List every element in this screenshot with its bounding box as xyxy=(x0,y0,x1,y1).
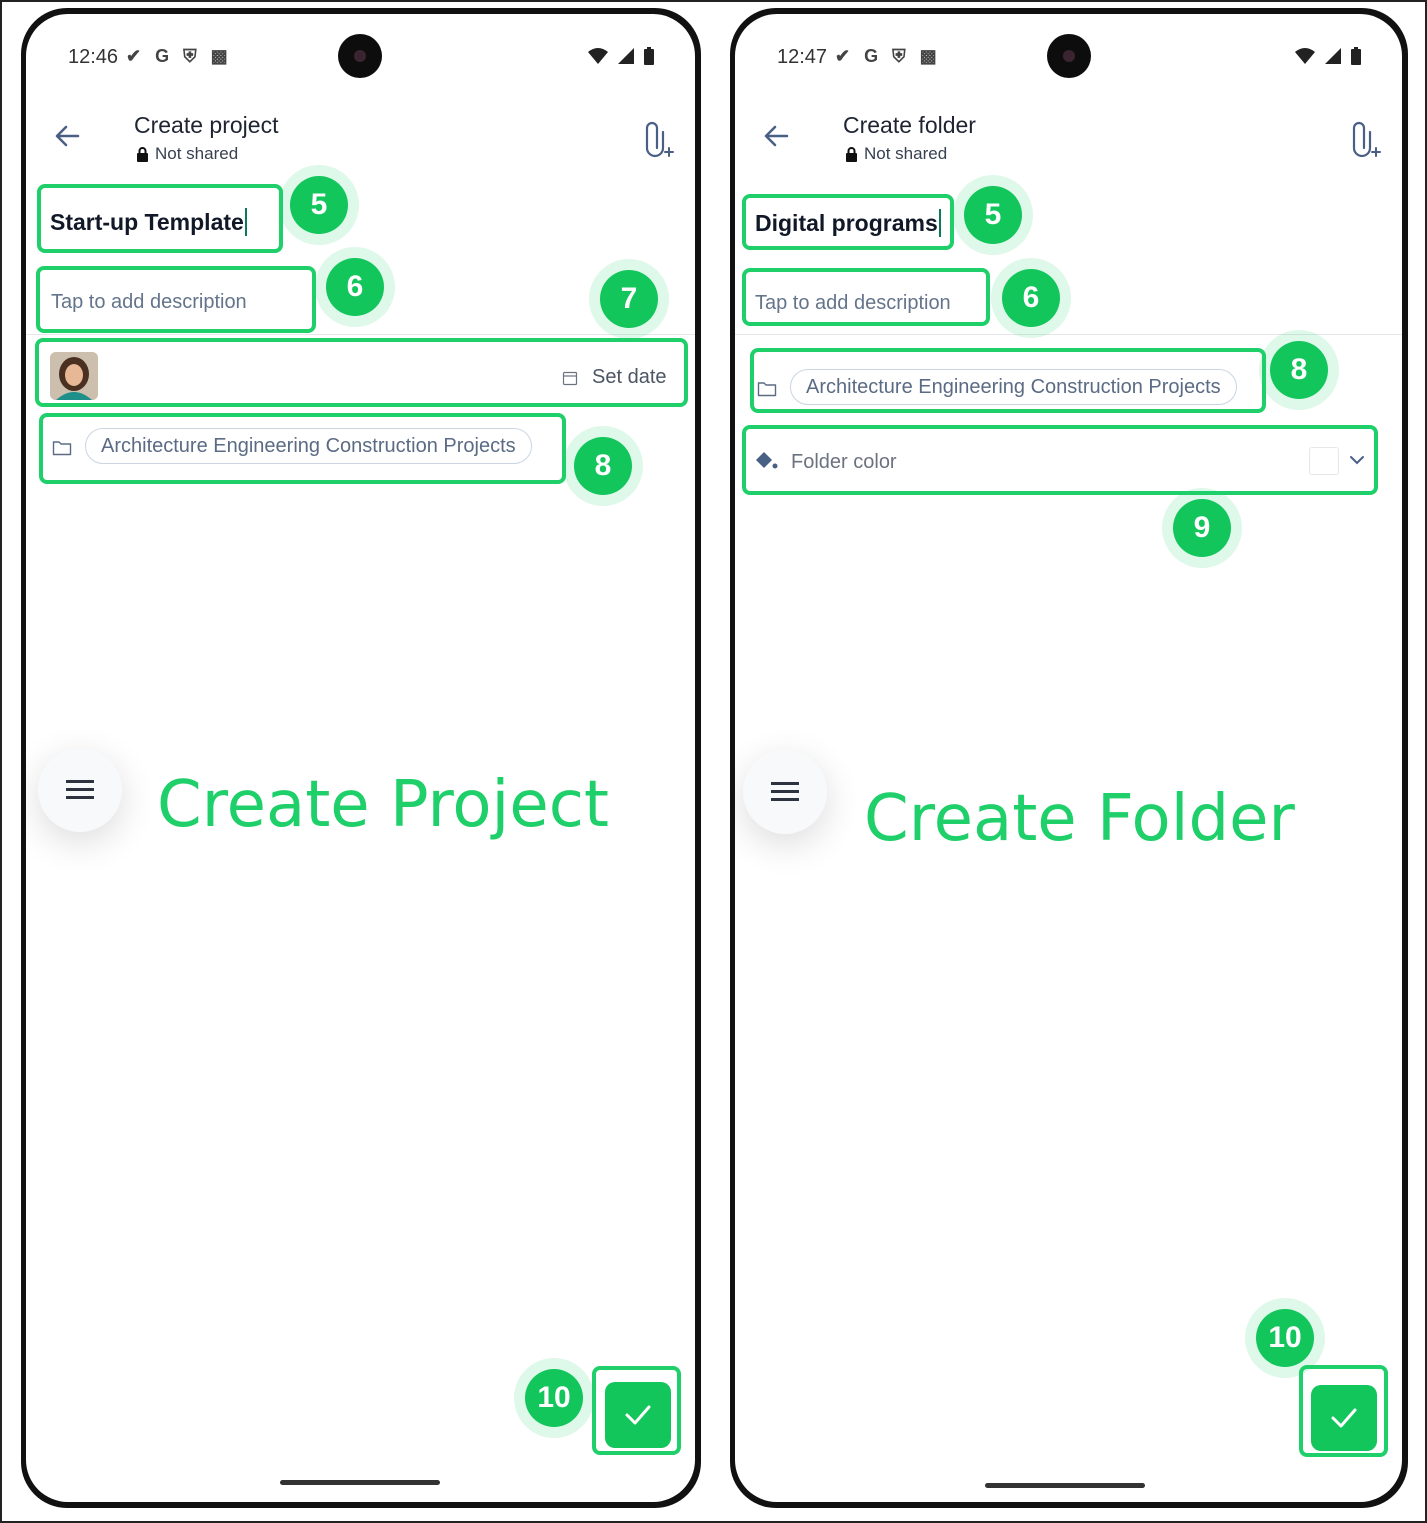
step-badge-number: 7 xyxy=(600,270,658,328)
step-badge-number: 6 xyxy=(326,258,384,316)
page-title: Create folder xyxy=(843,112,976,138)
highlight-folder-color xyxy=(742,425,1378,495)
camera-cutout xyxy=(338,34,382,78)
status-time: 12:46 xyxy=(68,46,119,68)
page-title: Create project xyxy=(134,112,279,138)
status-icons: ✔ G ⛨ ▩ xyxy=(126,46,228,67)
step-badge: 8 xyxy=(1259,330,1339,410)
attach-file-icon[interactable] xyxy=(1346,118,1382,162)
sharing-status: Not shared xyxy=(136,144,238,164)
highlight-confirm-button xyxy=(1299,1365,1388,1457)
shield-icon: ⛨ xyxy=(183,46,197,66)
status-icons: ✔ G ⛨ ▩ xyxy=(835,46,937,67)
step-badge: 8 xyxy=(563,426,643,506)
step-badge-number: 8 xyxy=(574,437,632,495)
home-indicator xyxy=(280,1480,440,1485)
highlight-confirm-button xyxy=(592,1366,681,1455)
status-time: 12:47 xyxy=(777,46,828,68)
step-badge: 5 xyxy=(279,165,359,245)
shield-icon: ⛨ xyxy=(892,46,906,66)
step-badge-number: 10 xyxy=(1256,1309,1314,1367)
signal-icon xyxy=(618,48,634,64)
home-indicator xyxy=(985,1483,1145,1488)
caption-create-project: Create Project xyxy=(157,768,609,842)
menu-button[interactable] xyxy=(38,748,122,832)
attach-file-icon[interactable] xyxy=(639,118,675,162)
wifi-icon xyxy=(588,48,608,64)
back-arrow-icon[interactable] xyxy=(50,118,86,154)
menu-line xyxy=(66,796,94,799)
step-badge-number: 10 xyxy=(525,1369,583,1427)
highlight-folder-chip xyxy=(750,348,1266,413)
step-badge: 9 xyxy=(1162,488,1242,568)
step-badge-number: 8 xyxy=(1270,341,1328,399)
step-badge: 5 xyxy=(953,175,1033,255)
sharing-status-label: Not shared xyxy=(864,144,948,163)
caption-create-folder: Create Folder xyxy=(864,782,1295,856)
check-icon: ✔ xyxy=(835,46,851,66)
divider xyxy=(26,334,695,335)
signal-icon xyxy=(1325,48,1341,64)
a-icon: ▩ xyxy=(210,46,228,66)
back-arrow-icon[interactable] xyxy=(759,118,795,154)
a-icon: ▩ xyxy=(919,46,937,66)
sharing-status: Not shared xyxy=(845,144,947,164)
step-badge-number: 6 xyxy=(1002,269,1060,327)
highlight-name-field xyxy=(37,184,283,253)
google-icon: G xyxy=(864,46,879,66)
menu-line xyxy=(771,782,799,785)
wifi-icon xyxy=(1295,48,1315,64)
step-badge: 10 xyxy=(1245,1298,1325,1378)
sharing-status-label: Not shared xyxy=(155,144,239,163)
status-right xyxy=(587,46,655,66)
step-badge-number: 5 xyxy=(290,176,348,234)
highlight-assignee-date-row xyxy=(35,338,688,407)
highlight-description-field xyxy=(742,268,990,326)
step-badge: 6 xyxy=(991,258,1071,338)
lock-icon xyxy=(137,146,148,162)
menu-line xyxy=(771,798,799,801)
step-badge: 7 xyxy=(589,259,669,339)
highlight-folder-chip xyxy=(39,413,566,484)
menu-button[interactable] xyxy=(743,750,827,834)
step-badge-number: 9 xyxy=(1173,499,1231,557)
step-badge-number: 5 xyxy=(964,186,1022,244)
google-icon: G xyxy=(155,46,170,66)
battery-icon xyxy=(644,47,654,65)
highlight-name-field xyxy=(742,194,954,250)
highlight-description-field xyxy=(36,266,316,333)
menu-line xyxy=(66,780,94,783)
status-right xyxy=(1294,46,1362,66)
step-badge: 6 xyxy=(315,247,395,327)
camera-cutout xyxy=(1047,34,1091,78)
menu-line xyxy=(771,790,799,793)
step-badge: 10 xyxy=(514,1358,594,1438)
menu-line xyxy=(66,788,94,791)
battery-icon xyxy=(1351,47,1361,65)
lock-icon xyxy=(846,146,857,162)
check-icon: ✔ xyxy=(126,46,142,66)
